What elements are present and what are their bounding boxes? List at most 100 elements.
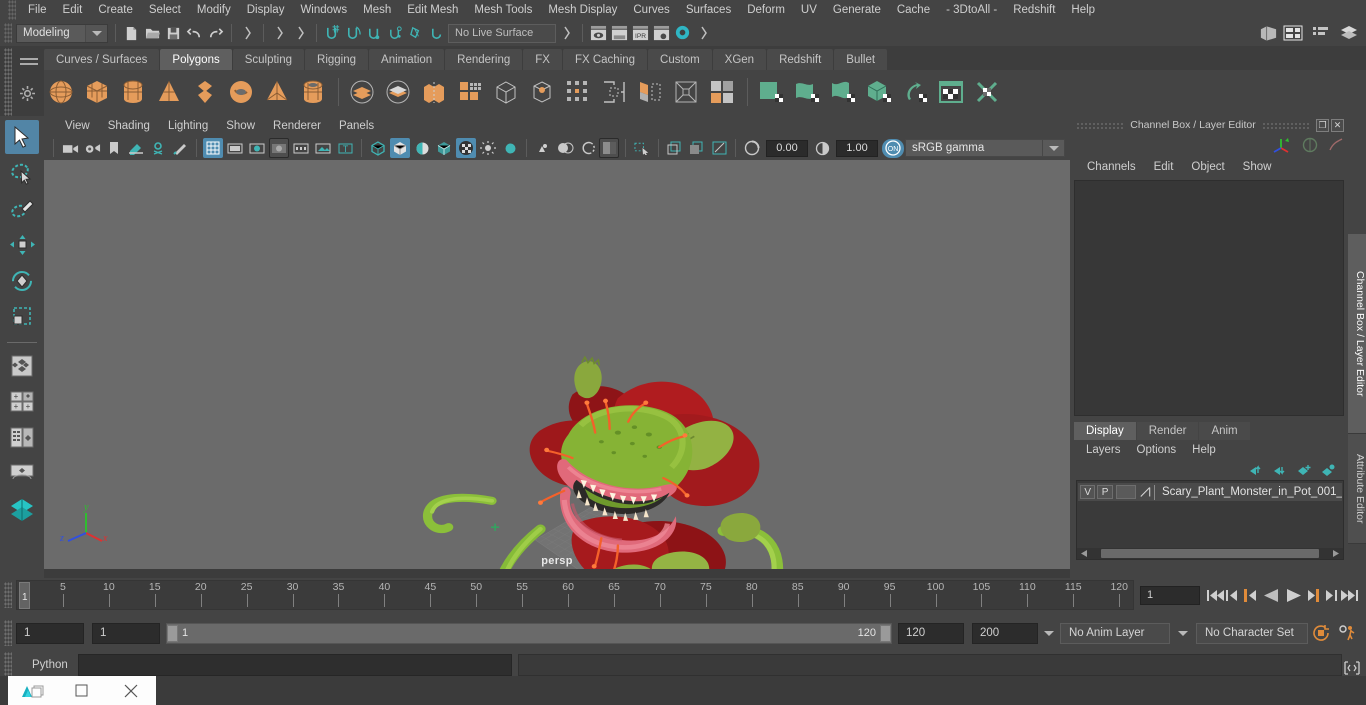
xray-joints-icon[interactable]: [687, 138, 707, 158]
command-line-grip[interactable]: [4, 652, 12, 678]
shelf-tab-fx[interactable]: FX: [523, 49, 562, 70]
time-slider-grip[interactable]: [4, 582, 12, 608]
rotate-tool-icon[interactable]: [5, 264, 39, 298]
viewport-menu-panels[interactable]: Panels: [330, 118, 383, 134]
shelf-grip[interactable]: [4, 48, 12, 116]
chevron-down-icon[interactable]: [1043, 139, 1065, 157]
menu-item-curves[interactable]: Curves: [625, 2, 677, 18]
channel-box-menu-object[interactable]: Object: [1182, 159, 1233, 175]
restore-icon[interactable]: [57, 676, 106, 705]
select-camera-icon[interactable]: [60, 138, 80, 158]
tab-render[interactable]: Render: [1136, 422, 1199, 440]
channel-box-attribute-list[interactable]: [1074, 180, 1344, 416]
render-sequence-icon[interactable]: [610, 24, 629, 43]
poly-torus-icon[interactable]: [224, 75, 258, 109]
shelf-tab-rendering[interactable]: Rendering: [445, 49, 523, 70]
exposure-icon[interactable]: [742, 138, 762, 158]
play-forwards-icon[interactable]: [1282, 586, 1304, 605]
go-to-end-icon[interactable]: [1340, 586, 1358, 605]
select-by-component-icon[interactable]: [291, 24, 310, 43]
layer-menu-options[interactable]: Options: [1129, 442, 1185, 458]
menu-grip[interactable]: [8, 0, 16, 20]
poly-pipe-icon[interactable]: [296, 75, 330, 109]
channel-box-menu-show[interactable]: Show: [1234, 159, 1281, 175]
character-set-selector[interactable]: No Character Set: [1196, 622, 1308, 644]
anim-layer-selector[interactable]: No Anim Layer: [1060, 622, 1170, 644]
smooth-shaded-icon[interactable]: [390, 138, 410, 158]
render-view-icon[interactable]: [589, 24, 608, 43]
menu-item-mesh[interactable]: Mesh: [355, 2, 399, 18]
shelf-tab-fx-caching[interactable]: FX Caching: [562, 49, 648, 70]
poly-bridge-icon[interactable]: [669, 75, 703, 109]
restore-window-icon[interactable]: ❐: [1316, 118, 1329, 132]
exposure-value[interactable]: 0.00: [766, 139, 808, 157]
layer-color-swatch[interactable]: [1115, 485, 1136, 499]
time-slider[interactable]: 1 5 10 15 20 25 30 35 40 45 50 55 60 65 70 75 80 85 90 95 1…: [16, 580, 1134, 610]
bookmark-icon[interactable]: [104, 138, 124, 158]
layer-menu-layers[interactable]: Layers: [1078, 442, 1129, 458]
snap-to-grid-icon[interactable]: [323, 24, 342, 43]
layer-menu-help[interactable]: Help: [1184, 442, 1224, 458]
hypershade-layout-icon[interactable]: [5, 493, 39, 527]
poly-quad-draw-icon[interactable]: [561, 75, 595, 109]
range-start-time-field[interactable]: 1: [92, 622, 160, 644]
animation-preferences-icon[interactable]: [1334, 624, 1360, 642]
menu-item-mesh-display[interactable]: Mesh Display: [540, 2, 625, 18]
shelf-tab-bullet[interactable]: Bullet: [834, 49, 888, 70]
poly-cube-icon[interactable]: [80, 75, 114, 109]
panel-grip[interactable]: [1076, 121, 1125, 129]
poly-pyramid-icon[interactable]: [260, 75, 294, 109]
snap-to-view-plane-icon[interactable]: [407, 24, 426, 43]
persp-outliner-layout-icon[interactable]: + + +: [5, 385, 39, 419]
sidebar-toggle-icon[interactable]: [1259, 24, 1278, 43]
menu-item-deform[interactable]: Deform: [739, 2, 793, 18]
status-bar-grip[interactable]: [4, 23, 12, 43]
manipulator-axis-icon[interactable]: [1272, 136, 1292, 154]
snap-to-point-icon[interactable]: [365, 24, 384, 43]
viewport-menu-lighting[interactable]: Lighting: [159, 118, 217, 134]
shelf-menu-icon[interactable]: [20, 58, 38, 68]
uv-cylindrical-icon[interactable]: [826, 75, 860, 109]
text-display-icon[interactable]: T: [335, 138, 355, 158]
shelf-tab-sculpting[interactable]: Sculpting: [232, 49, 305, 70]
wireframe-shaded-icon[interactable]: [368, 138, 388, 158]
poly-combine-icon[interactable]: [381, 75, 415, 109]
select-by-component-icon[interactable]: [694, 24, 713, 43]
film-origin-icon[interactable]: [291, 138, 311, 158]
time-cursor[interactable]: 1: [19, 582, 30, 609]
menu-item-help[interactable]: Help: [1063, 2, 1103, 18]
step-forward-keyframe-icon[interactable]: [1322, 586, 1340, 605]
new-layer-from-selected-icon[interactable]: [1321, 464, 1336, 477]
poly-cone-icon[interactable]: [152, 75, 186, 109]
poly-sphere-icon[interactable]: [44, 75, 78, 109]
poly-extrude-icon[interactable]: [417, 75, 451, 109]
resolution-gate-icon[interactable]: [247, 138, 267, 158]
render-settings-icon[interactable]: [652, 24, 671, 43]
isolate-select-icon[interactable]: [632, 138, 652, 158]
side-tab-channel-box[interactable]: Channel Box / Layer Editor: [1348, 234, 1366, 434]
paint-effects-icon[interactable]: [170, 138, 190, 158]
step-back-frame-icon[interactable]: [1242, 586, 1260, 605]
menu-item-display[interactable]: Display: [239, 2, 293, 18]
range-end-time-field[interactable]: 120: [898, 622, 964, 644]
viewport-3d[interactable]: y x z persp: [44, 160, 1070, 569]
range-bar-grip[interactable]: [4, 620, 12, 646]
screen-space-ao-icon[interactable]: [533, 138, 553, 158]
new-layer-icon[interactable]: [1297, 464, 1312, 477]
scroll-right-icon[interactable]: [1331, 549, 1341, 558]
paint-select-tool-icon[interactable]: [5, 192, 39, 226]
shaded-flat-icon[interactable]: [412, 138, 432, 158]
shelf-tab-animation[interactable]: Animation: [369, 49, 445, 70]
poly-booleans-icon[interactable]: [345, 75, 379, 109]
current-frame-field[interactable]: 1: [1140, 585, 1200, 605]
redo-icon[interactable]: [206, 24, 225, 43]
keyframe-curve-icon[interactable]: [1328, 137, 1344, 153]
menu-item-create[interactable]: Create: [90, 2, 141, 18]
open-scene-icon[interactable]: [143, 24, 162, 43]
image-plane-icon[interactable]: [126, 138, 146, 158]
uv-unfold-icon[interactable]: [898, 75, 932, 109]
xray-icon[interactable]: [665, 138, 685, 158]
menu-item-cache[interactable]: Cache: [889, 2, 938, 18]
gamma-value[interactable]: 1.00: [836, 139, 878, 157]
multisample-aa-icon[interactable]: [577, 138, 597, 158]
